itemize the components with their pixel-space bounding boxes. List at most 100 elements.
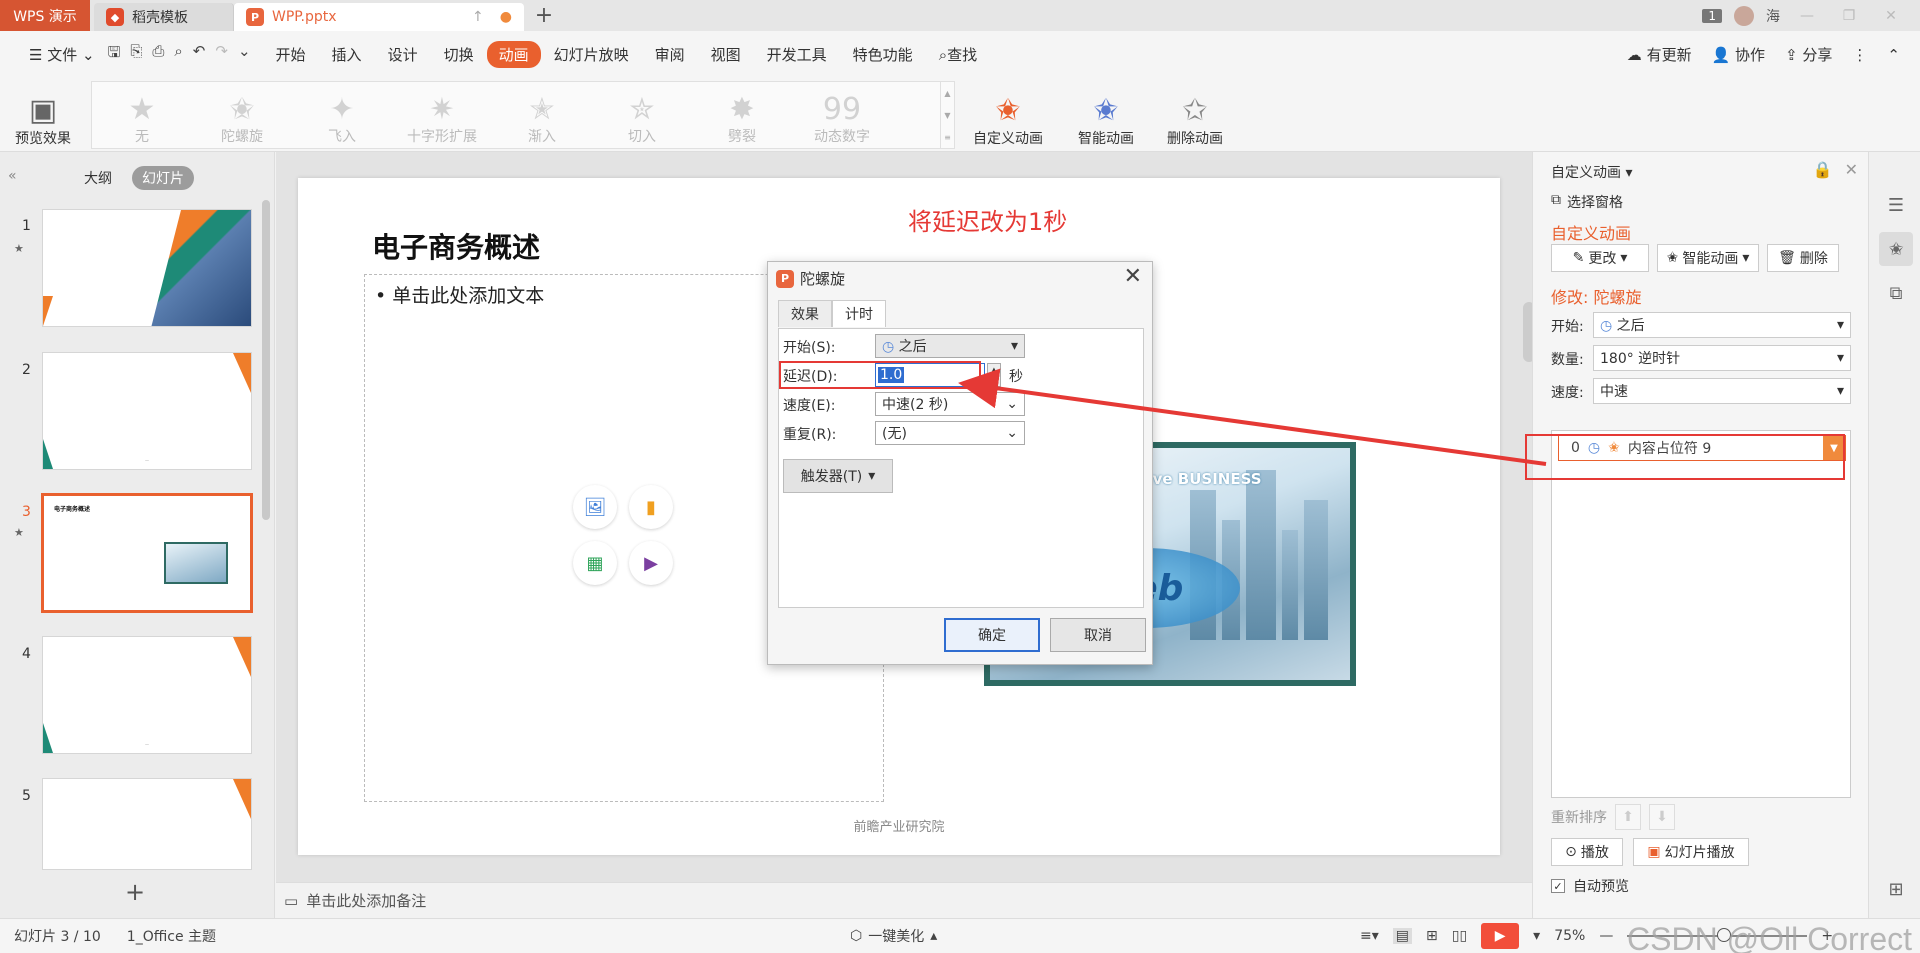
insert-chart-icon[interactable]: ▮ [629, 485, 673, 529]
menu-review[interactable]: 审阅 [642, 44, 698, 65]
start-select[interactable]: ◷ 之后 ▾ [875, 334, 1025, 358]
placeholder-text[interactable]: • 单击此处添加文本 [375, 281, 544, 308]
insert-table-icon[interactable]: ▦ [573, 541, 617, 585]
format-painter-icon[interactable]: ⎘ [130, 42, 142, 67]
grid-icon[interactable]: ⊞ [1879, 872, 1913, 906]
move-down-icon[interactable]: ⬇ [1649, 804, 1675, 830]
insert-video-icon[interactable]: ▶ [629, 541, 673, 585]
properties-icon[interactable]: ☰ [1879, 188, 1913, 222]
close-icon[interactable]: ✕ [1124, 264, 1142, 289]
menu-animation[interactable]: 动画 [486, 41, 541, 68]
app-tab[interactable]: WPS 演示 [0, 0, 90, 31]
slide-thumbnail-current[interactable]: 电子商务概述 [41, 493, 253, 613]
tab-outline[interactable]: 大纲 [74, 166, 122, 190]
zoom-level[interactable]: 75% [1554, 928, 1585, 944]
redo-icon[interactable]: ↷ [215, 42, 228, 67]
collapse-panel-icon[interactable]: « [8, 168, 17, 184]
gallery-item-peek[interactable]: ✮ 切入 [592, 84, 692, 146]
notes-placeholder[interactable]: 单击此处添加备注 [306, 890, 426, 911]
delete-animation-button[interactable]: ✩ 删除动画 [1160, 82, 1230, 148]
notes-toggle-icon[interactable]: ≡▾ [1360, 928, 1379, 944]
print-preview-icon[interactable]: ⌕ [174, 42, 182, 67]
update-button[interactable]: ☁ 有更新 [1627, 44, 1692, 65]
more-icon[interactable]: ⌄ [238, 42, 251, 67]
search-button[interactable]: ⌕查找 [926, 44, 990, 65]
delay-spinner[interactable]: ▲ ▼ [987, 363, 1001, 387]
lock-icon[interactable]: 🔒 [1813, 160, 1833, 179]
slideshow-button[interactable]: ▣ 幻灯片播放 [1633, 838, 1749, 866]
menu-design[interactable]: 设计 [375, 44, 431, 65]
tab-effect[interactable]: 效果 [778, 300, 832, 327]
gallery-scroll[interactable]: ▲ ▼ ≡ [940, 82, 954, 148]
menu-transition[interactable]: 切换 [431, 44, 487, 65]
reading-view-icon[interactable]: ▯▯ [1452, 928, 1467, 944]
speed-select[interactable]: 中速 ▾ [1593, 378, 1851, 404]
file-menu[interactable]: ☰ 文件 ⌄ [16, 44, 108, 65]
speed-select[interactable]: 中速(2 秒) ⌄ [875, 392, 1025, 416]
restore-icon[interactable]: ❐ [1834, 8, 1864, 24]
page-badge[interactable]: 1 [1702, 8, 1722, 23]
notes-bar[interactable]: ▭ 单击此处添加备注 [276, 882, 1532, 918]
expand-icon[interactable]: ≡ [944, 133, 951, 142]
gallery-item-plus[interactable]: ✷ 十字形扩展 [392, 84, 492, 146]
add-slide-button[interactable]: + [125, 878, 145, 906]
transition-icon[interactable]: ⧉ [1879, 276, 1913, 310]
menu-insert[interactable]: 插入 [319, 44, 375, 65]
normal-view-icon[interactable]: ▤ [1392, 928, 1412, 944]
upload-icon[interactable]: ↑ [472, 9, 484, 25]
slide-thumbnail[interactable] [42, 778, 252, 870]
trigger-button[interactable]: 触发器(T) ▾ [783, 459, 893, 493]
menu-view[interactable]: 视图 [698, 44, 754, 65]
smart-animation-button[interactable]: ✬ 智能动画 [1066, 82, 1146, 148]
delete-button[interactable]: 🗑 删除 [1767, 244, 1839, 272]
beautify-button[interactable]: ⬡ 一键美化 ▴ [850, 926, 937, 946]
insert-picture-icon[interactable]: 🖼 [573, 485, 617, 529]
gallery-item-none[interactable]: ★ 无 [92, 84, 192, 146]
menu-slideshow[interactable]: 幻灯片放映 [541, 44, 642, 65]
panel-title[interactable]: 自定义动画 ▾ [1551, 162, 1632, 182]
tab-timing[interactable]: 计时 [832, 300, 886, 327]
close-window-icon[interactable]: ✕ [1876, 8, 1906, 24]
smart-anim-button[interactable]: ✬ 智能动画 ▾ [1657, 244, 1759, 272]
collab-button[interactable]: 👤 协作 [1712, 44, 1765, 65]
more-vertical-icon[interactable]: ⋮ [1852, 46, 1867, 64]
close-panel-icon[interactable]: ✕ [1845, 160, 1858, 179]
undo-icon[interactable]: ↶ [193, 42, 206, 67]
auto-preview-row[interactable]: ✓ 自动预览 [1551, 876, 1629, 896]
spin-up-icon[interactable]: ▲ [991, 366, 996, 374]
selection-pane-button[interactable]: ⧉ 选择窗格 [1551, 192, 1623, 212]
repeat-select[interactable]: (无) ⌄ [875, 421, 1025, 445]
zoom-out-icon[interactable]: — [1599, 928, 1613, 944]
menu-home[interactable]: 开始 [263, 44, 319, 65]
auto-preview-checkbox[interactable]: ✓ [1551, 879, 1565, 893]
avatar[interactable] [1734, 5, 1754, 26]
tab-slides[interactable]: 幻灯片 [132, 166, 194, 190]
tab-templates[interactable]: ◆ 稻壳模板 [94, 3, 234, 31]
start-select[interactable]: ◷ 之后 ▾ [1593, 312, 1851, 338]
spin-down-icon[interactable]: ▼ [991, 377, 996, 385]
gallery-item-fade[interactable]: ✭ 渐入 [492, 84, 592, 146]
preview-button[interactable]: ▣ 预览效果 [10, 82, 76, 148]
minimize-icon[interactable]: — [1792, 8, 1822, 24]
ok-button[interactable]: 确定 [944, 618, 1040, 652]
slide-thumbnail[interactable]: — [42, 636, 252, 754]
scroll-down-icon[interactable]: ▼ [944, 111, 950, 120]
menu-features[interactable]: 特色功能 [840, 44, 926, 65]
print-icon[interactable]: ⎙ [152, 42, 164, 67]
gallery-item-fly-in[interactable]: ✦ 飞入 [292, 84, 392, 146]
theme-name[interactable]: 1_Office 主题 [127, 926, 216, 946]
animation-star-rail-icon[interactable]: ✬ [1879, 232, 1913, 266]
slide-thumbnail[interactable] [42, 209, 252, 327]
move-up-icon[interactable]: ⬆ [1615, 804, 1641, 830]
new-tab-button[interactable]: + [524, 0, 564, 31]
sorter-view-icon[interactable]: ⊞ [1426, 928, 1438, 944]
change-button[interactable]: ✎ 更改 ▾ [1551, 244, 1649, 272]
play-options-icon[interactable]: ▾ [1533, 928, 1540, 944]
user-name[interactable]: 海 [1766, 6, 1780, 26]
cancel-button[interactable]: 取消 [1050, 618, 1146, 652]
gallery-item-spin[interactable]: ✬ 陀螺旋 [192, 84, 292, 146]
slide-title[interactable]: 电子商务概述 [372, 226, 540, 266]
save-icon[interactable]: 🖫 [108, 42, 121, 67]
collapse-ribbon-icon[interactable]: ⌃ [1887, 46, 1900, 64]
amount-select[interactable]: 180° 逆时针 ▾ [1593, 345, 1851, 371]
